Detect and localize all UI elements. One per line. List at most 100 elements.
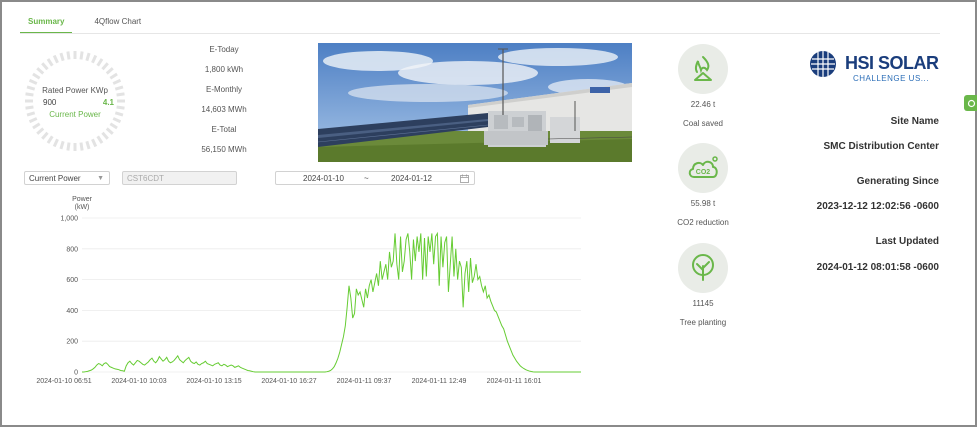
y-axis-label-line-1: Power: [72, 196, 93, 203]
gauge-tick: [101, 131, 109, 140]
co2-icon-circle: CO2: [678, 143, 728, 193]
coal-saved-card: 22.46 t Coal saved: [663, 44, 743, 128]
x-tick-label: 2024-01-10 10:03: [111, 378, 166, 385]
coal-flame-icon: [694, 56, 712, 81]
gauge-tick: [66, 142, 71, 151]
generating-since-value: 2023-12-12 12:02:56 -0600: [816, 201, 939, 212]
coal-saved-value: 22.46 t: [690, 100, 716, 109]
energy-summary: E-Today 1,800 kWh E-Monthly 14,603 MWh E…: [192, 44, 256, 164]
y-tick-label: 800: [66, 246, 78, 253]
gauge-tick: [36, 67, 45, 75]
gauge-tick: [41, 131, 49, 140]
gauge-tick: [28, 78, 38, 85]
gauge-tick: [105, 67, 114, 75]
date-separator: ~: [364, 174, 369, 183]
gauge-tick: [52, 138, 59, 148]
date-range-picker[interactable]: 2024-01-10 ~ 2024-01-12: [275, 171, 475, 185]
device-input[interactable]: CST6CDT: [122, 171, 237, 185]
generating-since-label: Generating Since: [856, 176, 939, 187]
y-tick-label: 200: [66, 339, 78, 346]
power-chart: Power (kW) 0 200 400 600 800 1,000 2024-01-10…: [36, 196, 581, 385]
tab-divider: [20, 33, 940, 34]
gauge-tick: [85, 52, 91, 62]
rated-power-value: 900: [43, 98, 57, 107]
coal-saved-label: Coal saved: [682, 119, 724, 128]
gauge-tick: [85, 140, 91, 150]
y-tick-label: 1,000: [60, 216, 78, 223]
gauge-tick: [109, 72, 118, 80]
gauge-tick: [105, 127, 114, 135]
gauge-text: Rated Power KWp 900 4.1 Current Power: [24, 86, 126, 119]
e-monthly-label: E-Monthly: [205, 85, 242, 94]
e-monthly-value: 14,603 MWh: [201, 105, 247, 114]
e-today-value: 1,800 kWh: [204, 65, 244, 74]
y-tick-label: 400: [66, 308, 78, 315]
gauge-tick: [79, 51, 84, 60]
refresh-icon: [967, 99, 976, 107]
tree-planting-card: 11145 Tree planting: [663, 243, 743, 327]
chevron-down-icon: ▼: [97, 175, 104, 182]
device-input-value: CST6CDT: [127, 174, 164, 183]
gauge-tick: [59, 52, 65, 62]
y-tick-label: 600: [66, 277, 78, 284]
gauge-tick: [79, 142, 84, 151]
gauge-tick: [46, 58, 54, 67]
brand-tagline: CHALLENGE US...: [853, 74, 929, 83]
x-tick-label: 2024-01-11 12:49: [412, 378, 467, 385]
gauge-tick: [96, 135, 104, 144]
co2-reduction-label: CO2 reduction: [677, 218, 729, 227]
current-power-value: 4.1: [102, 98, 114, 107]
side-panel-toggle[interactable]: [964, 95, 977, 111]
date-end[interactable]: 2024-01-12: [391, 174, 432, 183]
gauge-tick: [59, 140, 65, 150]
gauge-tick: [66, 51, 71, 60]
rated-power-label: Rated Power KWp: [42, 86, 108, 95]
calendar-icon[interactable]: [460, 174, 469, 183]
x-tick-label: 2024-01-11 16:01: [487, 378, 542, 385]
co2-cloud-icon: CO2: [688, 156, 718, 178]
date-start[interactable]: 2024-01-10: [303, 174, 344, 183]
x-tick-label: 2024-01-10 06:51: [36, 378, 91, 385]
tree-planting-label: Tree planting: [679, 318, 727, 327]
gauge-tick: [41, 62, 49, 71]
last-updated-value: 2024-01-12 08:01:58 -0600: [816, 262, 939, 273]
e-total-value: 56,150 MWh: [201, 145, 247, 154]
site-photo: [318, 43, 632, 162]
co2-reduction-value: 55.98 t: [690, 199, 716, 208]
e-total-label: E-Total: [211, 125, 237, 134]
gauge-tick: [46, 135, 54, 144]
gauge-tick: [91, 54, 98, 64]
tree-icon: [692, 254, 714, 281]
current-power-label: Current Power: [49, 110, 101, 119]
gauge-tick: [52, 54, 59, 64]
gauge-tick: [91, 138, 98, 148]
co2-reduction-card: CO2 55.98 t CO2 reduction: [663, 143, 743, 227]
coal-icon-circle: [678, 44, 728, 94]
gauge-tick: [101, 62, 109, 71]
tab-summary[interactable]: Summary: [20, 14, 73, 34]
x-tick-label: 2024-01-11 09:37: [337, 378, 392, 385]
gauge-tick: [32, 122, 41, 130]
power-series-line: [82, 231, 581, 373]
site-name-label: Site Name: [890, 116, 939, 127]
y-axis-label-line-2: (kW): [75, 204, 90, 211]
tab-bar: Summary 4Qflow Chart: [20, 14, 149, 34]
tree-planting-value: 11145: [692, 299, 714, 308]
gauge-tick: [36, 127, 45, 135]
site-name-value: SMC Distribution Center: [823, 141, 939, 152]
gauge-tick: [112, 78, 122, 85]
metric-select-value: Current Power: [29, 174, 81, 183]
last-updated-label: Last Updated: [875, 236, 939, 247]
gauge-tick: [96, 58, 104, 67]
x-tick-label: 2024-01-10 13:15: [186, 378, 241, 385]
gauge-tick: [32, 72, 41, 80]
gauge-tick: [109, 122, 118, 130]
brand-name: HSI SOLAR: [845, 53, 939, 73]
window-frame: Summary 4Qflow Chart Rated Power KWp 900…: [0, 0, 977, 427]
metric-select[interactable]: Current Power ▼: [24, 171, 110, 185]
tab-4qflow-chart[interactable]: 4Qflow Chart: [86, 14, 149, 34]
tree-icon-circle: [678, 243, 728, 293]
x-tick-label: 2024-01-10 16:27: [261, 378, 316, 385]
y-tick-label: 0: [74, 370, 78, 377]
e-today-label: E-Today: [209, 45, 239, 54]
